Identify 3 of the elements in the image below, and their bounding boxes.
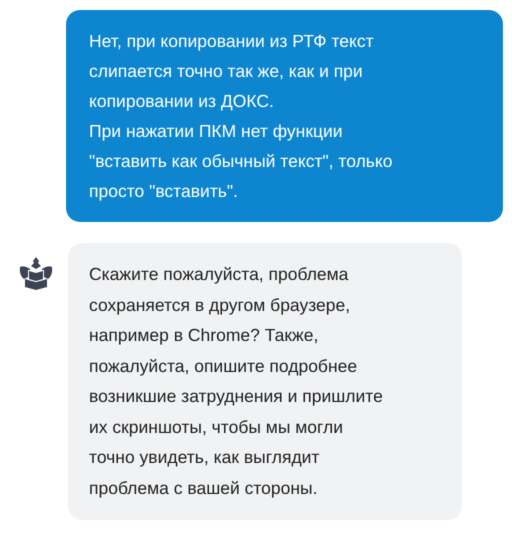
message-text: Нет, при копировании из РТФ текст слипается точно так же, как и при копировании из ДОКС. bbox=[89, 30, 375, 113]
message-text: Скажите пожалуйста, проблема сохраняется в другом браузере, например в Chrome? Также, пожалуйста, опишите подробнее возникшие затруднения и пришлите их скриншоты, чтобы мы могли точно увидеть, как выглядит проблема с вашей стороны. bbox=[89, 263, 384, 500]
message-text: При нажатии ПКМ нет функции "вставить как обычный текст", только просто "вставить". bbox=[89, 120, 394, 203]
